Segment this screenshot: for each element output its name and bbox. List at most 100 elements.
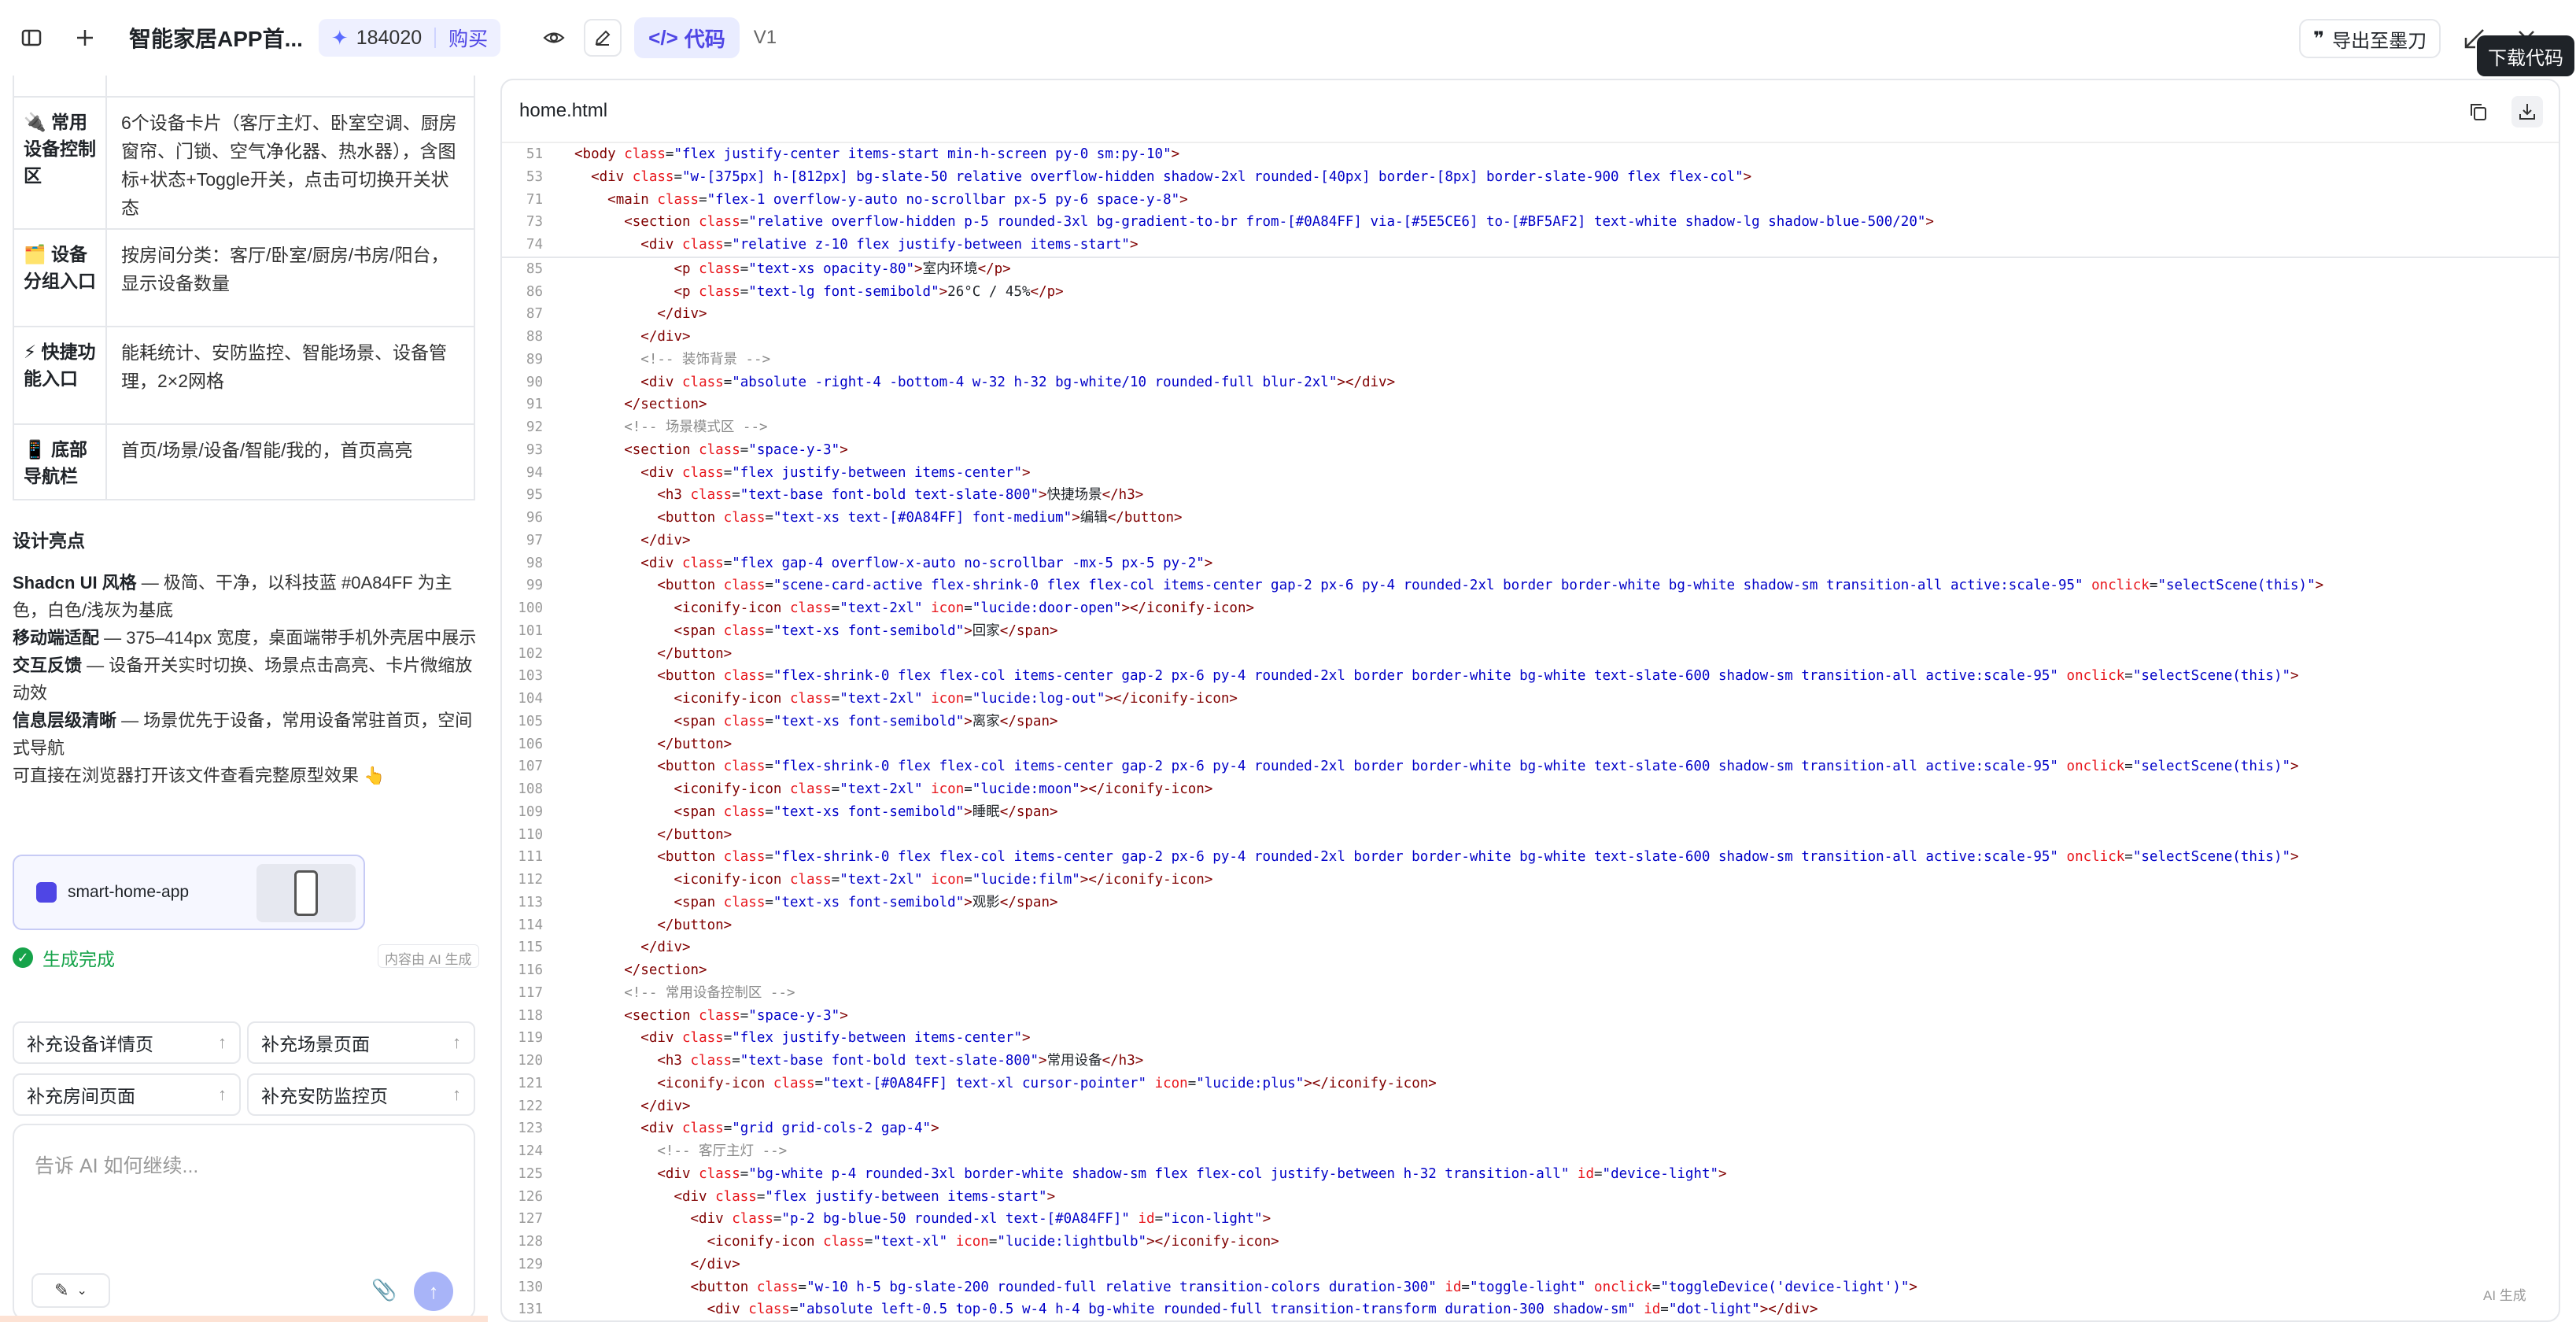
artifact-card[interactable]: smart-home-app: [13, 855, 365, 930]
table-row: 🗂️ 设备分组入口 按房间分类：客厅/卧室/厨房/书房/阳台，显示设备数量: [14, 228, 474, 326]
export-button[interactable]: ❞ 导出至墨刀: [2299, 19, 2441, 58]
line-number: 85: [526, 260, 543, 277]
code-tag: <button: [657, 510, 716, 526]
send-button[interactable]: ↑: [414, 1272, 453, 1311]
code-text: <h3 class="text-base font-bold text-slat…: [543, 484, 1143, 507]
copy-icon[interactable]: [2463, 96, 2494, 127]
code-line: 126 <div class="flex justify-between ite…: [502, 1186, 2559, 1209]
code-punct: =: [814, 1075, 824, 1091]
credits-badge[interactable]: ✦ 184020 购买: [318, 19, 501, 57]
buy-button[interactable]: 购买: [448, 24, 488, 52]
code-text: <!-- 常用设备控制区 -->: [543, 982, 795, 1005]
code-punct: =: [773, 1211, 782, 1228]
code-tag: <section: [624, 214, 691, 231]
code-tag: <p: [674, 260, 691, 277]
highlight-title: Shadcn UI 风格: [13, 573, 137, 593]
table-cell-label: ⚡ 快捷功能入口: [14, 327, 107, 423]
code-line: 98 <div class="flex gap-4 overflow-x-aut…: [502, 552, 2559, 575]
code-line: 118 <section class="space-y-3">: [502, 1005, 2559, 1028]
code-content: 离家: [972, 713, 1000, 729]
code-attr: class: [748, 1302, 790, 1318]
project-title[interactable]: 智能家居APP首...: [129, 22, 303, 54]
code-line: 107 <button class="flex-shrink-0 flex fl…: [502, 755, 2559, 778]
code-attr: class: [699, 214, 740, 231]
line-number: 131: [518, 1302, 543, 1318]
chat-input-box[interactable]: 告诉 AI 如何继续... ✎ ⌄ 📎 ↑: [13, 1124, 475, 1320]
line-number: 130: [518, 1279, 543, 1295]
code-attr: onclick: [2066, 668, 2125, 685]
download-icon[interactable]: [2511, 96, 2543, 127]
code-text: <button class="w-10 h-5 bg-slate-200 rou…: [543, 1276, 1917, 1299]
code-attr: icon: [931, 781, 965, 797]
pen-icon: ✎: [54, 1280, 69, 1300]
code-panel: home.html 51 <body class="flex justify-ce…: [500, 79, 2560, 1322]
chevron-down-icon: ⌄: [76, 1284, 87, 1298]
code-text: </section>: [543, 393, 707, 416]
highlight-item: 移动端适配 — 375–414px 宽度，桌面端带手机外壳居中展示: [13, 624, 477, 652]
code-punct: =: [1461, 1279, 1470, 1295]
version-label[interactable]: V1: [754, 27, 777, 49]
code-tag: </button>: [1107, 510, 1183, 526]
code-value: "flex justify-between items-center": [732, 464, 1022, 481]
code-editor[interactable]: 85 <p class="text-xs opacity-80">室内环境</p…: [502, 258, 2559, 1320]
code-punct: =: [2124, 668, 2133, 685]
check-circle-icon: ✓: [13, 947, 33, 968]
code-tag: <div: [690, 1211, 724, 1228]
line-number: 103: [518, 668, 543, 685]
code-value: "selectScene(this)": [2132, 668, 2291, 685]
suggestion-chip[interactable]: 补充设备详情页 ↑: [13, 1021, 241, 1064]
code-text: <div class="w-[375px] h-[812px] bg-slate…: [543, 166, 1751, 189]
feature-table: 🔌 常用设备控制区 6个设备卡片（客厅主灯、卧室空调、厨房窗帘、门锁、空气净化器…: [13, 76, 475, 500]
code-attr: icon: [1154, 1075, 1188, 1091]
code-tag: >: [1909, 1279, 1917, 1295]
line-number: 112: [518, 872, 543, 888]
attach-paperclip-icon[interactable]: 📎: [371, 1278, 397, 1302]
code-tag: <section: [624, 441, 691, 458]
code-attr: class: [723, 510, 766, 526]
sidebar-toggle-icon[interactable]: [16, 22, 47, 54]
line-number: 89: [526, 351, 543, 367]
code-punct: =: [765, 803, 773, 820]
suggestion-chip[interactable]: 补充房间页面 ↑: [13, 1073, 241, 1116]
line-number: 110: [518, 826, 543, 843]
code-line: 128 <iconify-icon class="text-xl" icon="…: [502, 1231, 2559, 1254]
table-cell-desc: 能耗统计、安防监控、智能场景、设备管理，2×2网格: [121, 342, 447, 391]
line-number: 101: [518, 622, 543, 639]
code-tag: </section>: [624, 962, 707, 978]
code-tag: >: [840, 1007, 848, 1024]
line-number: 125: [518, 1165, 543, 1182]
code-punct: =: [732, 1053, 740, 1069]
code-line: 87 </div>: [502, 303, 2559, 326]
line-number: 123: [518, 1121, 543, 1137]
code-attr: class: [682, 1030, 724, 1047]
code-text: <button class="flex-shrink-0 flex flex-c…: [543, 846, 2298, 869]
app-window: 智能家居APP首... ✦ 184020 购买 </> 代码 V1 ❞ 导出至墨…: [0, 0, 2576, 1322]
preview-eye-icon[interactable]: [535, 19, 573, 57]
code-tag: >: [1079, 781, 1089, 797]
code-text: </div>: [543, 303, 707, 326]
code-value: "text-xl": [873, 1234, 948, 1250]
code-line: 117 <!-- 常用设备控制区 -->: [502, 982, 2559, 1005]
code-text: <span class="text-xs font-semibold">回家</…: [543, 620, 1057, 643]
code-line: 111 <button class="flex-shrink-0 flex fl…: [502, 846, 2559, 869]
suggestion-chip[interactable]: 补充场景页面 ↑: [247, 1021, 475, 1064]
code-tab[interactable]: </> 代码: [634, 17, 740, 58]
mode-selector[interactable]: ✎ ⌄: [31, 1273, 110, 1308]
line-number: 74: [526, 237, 543, 253]
code-text: <iconify-icon class="text-2xl" icon="luc…: [543, 869, 1212, 892]
code-tag: <h3: [657, 1053, 682, 1069]
edit-pencil-icon[interactable]: [584, 19, 622, 57]
code-punct: =: [789, 1302, 799, 1318]
code-text: <button class="scene-card-active flex-sh…: [543, 574, 2323, 597]
code-value: "flex-shrink-0 flex flex-col items-cente…: [773, 668, 2058, 685]
code-tag: </div>: [640, 329, 691, 345]
design-highlights: 设计亮点 Shadcn UI 风格 — 极简、干净，以科技蓝 #0A84FF 为…: [13, 527, 477, 789]
code-punct: =: [864, 1234, 873, 1250]
chat-input-placeholder[interactable]: 告诉 AI 如何继续...: [35, 1150, 198, 1179]
new-chat-icon[interactable]: [69, 22, 101, 54]
suggestion-chip[interactable]: 补充安防监控页 ↑: [247, 1073, 475, 1116]
code-line: 92 <!-- 场景模式区 -->: [502, 416, 2559, 439]
code-tag: </iconify-icon>: [1130, 600, 1255, 616]
line-number: 87: [526, 306, 543, 323]
code-attr: id: [1445, 1279, 1462, 1295]
